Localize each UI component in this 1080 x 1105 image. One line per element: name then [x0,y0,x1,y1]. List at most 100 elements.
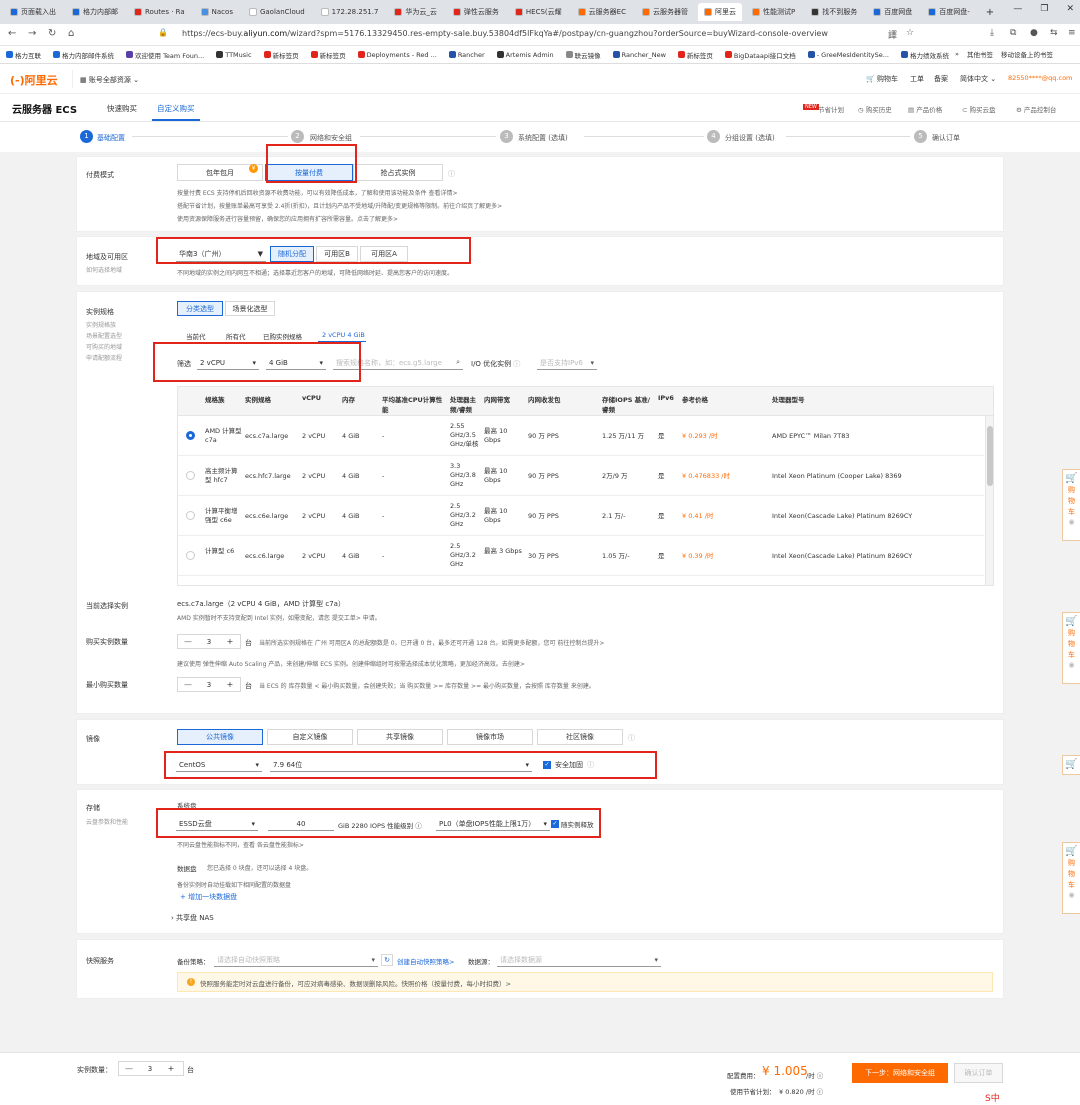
step-2-label[interactable]: 网络和安全组 [310,133,352,143]
more-bookmarks-icon[interactable]: » [955,50,959,58]
browser-tab[interactable]: 性能测试P [746,3,801,21]
row-radio[interactable] [186,431,195,440]
bookmark-item[interactable]: 格力互联 [6,50,41,60]
step-3-label[interactable]: 系统配置 (选填) [518,133,568,143]
bookmark-item[interactable]: Rancher [448,51,485,59]
reload-icon[interactable]: ↻ [48,28,56,39]
plus-icon[interactable]: + [220,637,240,646]
bookmark-item[interactable]: Artemis Admin [496,51,554,59]
menu-icon[interactable]: ≡ [1068,28,1076,38]
tab-custom-buy[interactable]: 自定义购买 [157,103,195,114]
bookmark-item[interactable]: 欢迎使用 Team Foun... [126,50,204,60]
minus-icon[interactable]: — [119,1064,139,1073]
browser-tab[interactable]: 页面载入出 [4,3,62,21]
link-console[interactable]: ⚙ 产品控制台 [1016,104,1056,114]
minus-icon[interactable]: — [178,680,198,689]
floating-cart[interactable]: 🛒 购 物 车 ◉ [1062,612,1080,684]
browser-tab[interactable]: Nacos [195,3,239,21]
cart-link[interactable]: 🛒 购物车 [866,74,898,84]
instance-sub-4[interactable]: 申请配额流程 [86,353,122,362]
image-tab-market[interactable]: 镜像市场 [447,729,533,745]
restore-icon[interactable]: ❐ [1040,4,1048,14]
region-help-link[interactable]: 如何选择地域 [86,265,122,274]
star-icon[interactable]: ☆ [906,28,914,38]
image-tab-shared[interactable]: 共享镜像 [357,729,443,745]
table-header-cell[interactable]: 内存 [342,394,380,404]
table-header-cell[interactable]: 存储IOPS 基准/睿频 [602,394,656,414]
home-icon[interactable]: ⌂ [68,28,74,39]
bookmark-item[interactable]: 格力绩效系统 [900,50,949,60]
browser-tab[interactable]: 华为云_云 [388,3,443,21]
storage-help-link[interactable]: 云盘参数和性能 [86,817,128,826]
refresh-icon[interactable]: ↻ [381,954,393,966]
back-icon[interactable]: ← [8,28,16,39]
add-data-disk-button[interactable]: + 增加一块数据盘 [180,892,237,902]
share-icon[interactable]: ⇆ [1050,28,1058,38]
row-radio[interactable] [186,551,195,560]
plus-icon[interactable]: + [220,680,240,689]
table-header-cell[interactable]: 实例规格 [245,394,300,404]
minimize-icon[interactable]: — [1013,4,1022,14]
quantity-value[interactable]: 3 [198,638,220,646]
filing-link[interactable]: 备案 [934,74,948,84]
tab-all-gen[interactable]: 所有代 [226,331,246,341]
confirm-order-button[interactable]: 确认订单 [954,1063,1003,1083]
browser-tab[interactable]: GaolanCloud [243,3,311,21]
tab-filter-spec[interactable]: 2 vCPU 4 GiB [322,331,365,339]
table-scrollbar[interactable] [985,416,993,585]
table-header-cell[interactable]: vCPU [302,394,340,402]
language-menu[interactable]: 简体中文 ⌄ [960,74,996,84]
image-tab-public[interactable]: 公共镜像 [177,729,263,745]
instance-sub-1[interactable]: 实例规格族 [86,320,116,329]
forward-icon[interactable]: → [28,28,36,39]
browser-tab[interactable]: 格力内部邮 [66,3,124,21]
create-snapshot-policy-link[interactable]: 创建自动快照策略> [397,956,454,966]
bookmark-item[interactable]: - GreeMesIdentitySe... [807,51,889,59]
minus-icon[interactable]: — [178,637,198,646]
footer-quantity-stepper[interactable]: — 3 + [118,1061,184,1076]
image-tab-community[interactable]: 社区镜像 [537,729,623,745]
bookmark-item[interactable]: 联云镜像 [565,50,601,60]
tab-scenario-select[interactable]: 场景化选型 [225,301,275,316]
instance-sub-3[interactable]: 可购买的地域 [86,342,122,351]
instance-sub-2[interactable]: 场景配置选型 [86,331,122,340]
backup-policy-select[interactable]: 请选择自动快照策略 ▾ [214,953,378,967]
footer-quantity-value[interactable]: 3 [139,1065,161,1073]
bookmark-folder-mobile[interactable]: 移动设备上的书签 [1001,49,1053,59]
browser-tab[interactable]: 弹性云服务 [447,3,505,21]
tab-purchased[interactable]: 已购实例规格 [263,331,302,341]
image-tab-custom[interactable]: 自定义镜像 [267,729,353,745]
browser-tab[interactable]: 云服务器EC [572,3,632,21]
table-header-cell[interactable]: IPv6 [658,394,680,402]
bookmark-folder-other[interactable]: 其他书签 [967,49,993,59]
help-icon[interactable]: ⓘ [448,169,455,179]
bookmark-item[interactable]: 新标签页 [310,50,346,60]
bookmark-item[interactable]: 新标签页 [263,50,299,60]
bookmark-item[interactable]: Deployments - Red ... [357,51,437,59]
table-header-cell[interactable]: 内网收发包 [528,394,600,404]
min-quantity-value[interactable]: 3 [198,681,220,689]
floating-cart[interactable]: 🛒 购 物 车 ◉ [1062,469,1080,541]
user-account[interactable]: 82550****@qq.com [1008,74,1072,82]
browser-tab[interactable]: 阿里云 [697,3,742,21]
row-radio[interactable] [186,471,195,480]
quantity-stepper[interactable]: — 3 + [177,634,241,649]
bookmark-item[interactable]: 格力内部邮件系统 [53,50,114,60]
extension-icon[interactable]: ⧉ [1010,28,1016,38]
scrollbar-thumb[interactable] [987,426,993,486]
bookmark-item[interactable]: 新标签页 [677,50,713,60]
browser-tab[interactable]: 云服务器管 [636,3,694,21]
profile-icon[interactable]: ● [1030,28,1038,38]
link-buy-disk[interactable]: ⊂ 购买云盘 [962,104,996,114]
download-icon[interactable]: ⤓ [990,28,994,38]
tab-current-gen[interactable]: 当前代 [186,331,206,341]
url-field[interactable]: https://ecs-buy.aliyun.com/wizard?spm=51… [182,29,828,38]
min-quantity-stepper[interactable]: — 3 + [177,677,241,692]
browser-tab[interactable]: 172.28.251.7 [315,3,385,21]
browser-tab[interactable]: 百度网盘 [867,3,918,21]
nas-toggle[interactable]: › 共享盘 NAS [171,913,214,923]
account-resources-menu[interactable]: ▦ 账号全部资源 ⌄ [80,75,139,85]
bookmark-item[interactable]: BigDataapi接口文档 [724,50,796,60]
floating-cart[interactable]: 🛒 购 物 车 ◉ [1062,842,1080,914]
plus-icon[interactable]: + [161,1064,181,1073]
